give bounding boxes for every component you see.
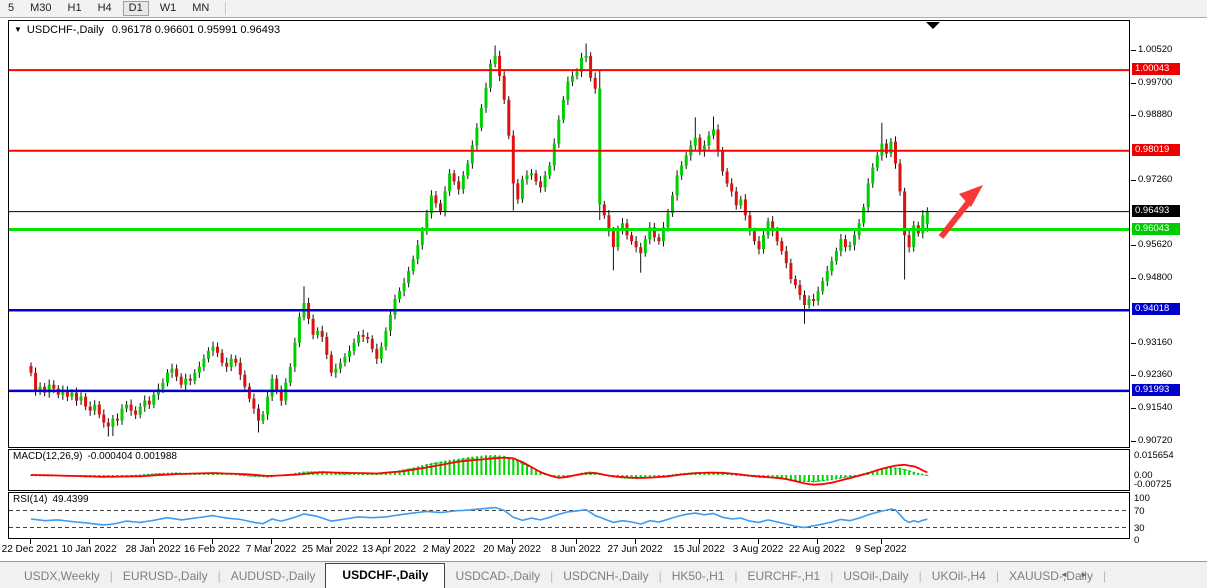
tab-eurusd-daily[interactable]: EURUSD-,Daily bbox=[113, 565, 218, 588]
date-tick-label: 28 Jan 2022 bbox=[125, 544, 180, 555]
chart-title: ▼ USDCHF-,Daily 0.96178 0.96601 0.95991 0.… bbox=[14, 24, 280, 36]
chart-title-symbol: USDCHF-,Daily bbox=[27, 24, 104, 36]
date-tick-label: 16 Feb 2022 bbox=[184, 544, 240, 555]
price-tick-mark bbox=[1131, 180, 1136, 181]
candlestick-series bbox=[30, 44, 929, 437]
macd-scale-label: 0.015654 bbox=[1134, 450, 1174, 461]
price-tick-mark bbox=[1131, 375, 1136, 376]
tab-scroll-left-icon[interactable]: ◄ bbox=[1060, 570, 1074, 579]
price-tick-label: 0.93160 bbox=[1138, 337, 1172, 348]
tab-audusd-daily[interactable]: AUDUSD-,Daily bbox=[221, 565, 326, 588]
tab-scroll-right-icon[interactable]: ► bbox=[1080, 570, 1094, 579]
date-tick-label: 2 May 2022 bbox=[423, 544, 475, 555]
price-tick-mark bbox=[1131, 115, 1136, 116]
rsi-scale-label: 30 bbox=[1134, 523, 1145, 534]
date-tick-label: 9 Sep 2022 bbox=[855, 544, 906, 555]
toolbar-separator bbox=[225, 2, 227, 15]
chart-window: 5 M30 H1 H4 D1 W1 MN ▼ USDCHF-,Daily 0.96178 0.9… bbox=[0, 0, 1207, 588]
price-level-badge: 0.94018 bbox=[1132, 303, 1180, 315]
date-tick-label: 22 Dec 2021 bbox=[2, 544, 59, 555]
price-tick-mark bbox=[1131, 245, 1136, 246]
tab-usdchf-daily[interactable]: USDCHF-,Daily bbox=[325, 563, 445, 588]
timeframe-button-5[interactable]: 5 bbox=[3, 1, 19, 16]
horizontal-level-lines[interactable] bbox=[9, 70, 1129, 391]
rsi-pane[interactable] bbox=[8, 492, 1130, 539]
main-chart-pane[interactable] bbox=[8, 20, 1130, 448]
timeframe-button-MN[interactable]: MN bbox=[187, 1, 214, 16]
rsi-scale-label: 0 bbox=[1134, 535, 1139, 546]
date-tick-label: 25 Mar 2022 bbox=[302, 544, 358, 555]
tab-hk50-h1[interactable]: HK50-,H1 bbox=[662, 565, 735, 588]
date-tick-label: 7 Mar 2022 bbox=[246, 544, 297, 555]
price-tick-label: 0.90720 bbox=[1138, 435, 1172, 446]
tab-usdx-weekly[interactable]: USDX,Weekly bbox=[14, 565, 110, 588]
timeframe-toolbar: 5 M30 H1 H4 D1 W1 MN bbox=[0, 0, 1207, 18]
symbol-dropdown-icon[interactable]: ▼ bbox=[14, 25, 22, 34]
price-tick-mark bbox=[1131, 50, 1136, 51]
rsi-label: RSI(14)49.4399 bbox=[13, 494, 94, 505]
price-tick-mark bbox=[1131, 343, 1136, 344]
tab-usdcad-daily[interactable]: USDCAD-,Daily bbox=[445, 565, 550, 588]
tab-eurchf-h1[interactable]: EURCHF-,H1 bbox=[738, 565, 831, 588]
date-tick-label: 13 Apr 2022 bbox=[362, 544, 416, 555]
timeframe-button-M30[interactable]: M30 bbox=[25, 1, 56, 16]
price-level-badge: 0.98019 bbox=[1132, 144, 1180, 156]
date-tick-label: 8 Jun 2022 bbox=[551, 544, 601, 555]
tab-separator: | bbox=[1103, 569, 1106, 588]
price-tick-mark bbox=[1131, 408, 1136, 409]
price-tick-mark bbox=[1131, 83, 1136, 84]
date-tick-label: 15 Jul 2022 bbox=[673, 544, 725, 555]
timeframe-button-H1[interactable]: H1 bbox=[63, 1, 87, 16]
macd-label: MACD(12,26,9)-0.000404 0.001988 bbox=[13, 451, 182, 462]
price-level-badge: 0.96043 bbox=[1132, 223, 1180, 235]
symbol-tab-bar: USDX,Weekly|EURUSD-,Daily|AUDUSD-,DailyU… bbox=[0, 561, 1207, 588]
price-level-badge: 0.91993 bbox=[1132, 384, 1180, 396]
price-level-badge: 1.00043 bbox=[1132, 63, 1180, 75]
tab-usoil-daily[interactable]: USOil-,Daily bbox=[833, 565, 918, 588]
timeframe-button-D1[interactable]: D1 bbox=[123, 1, 149, 16]
tab-ukoil-h4[interactable]: UKOil-,H4 bbox=[922, 565, 996, 588]
date-tick-label: 22 Aug 2022 bbox=[789, 544, 845, 555]
rsi-scale-label: 100 bbox=[1134, 493, 1150, 504]
price-tick-label: 0.91540 bbox=[1138, 402, 1172, 413]
chart-title-ohlc: 0.96178 0.96601 0.95991 0.96493 bbox=[112, 24, 280, 36]
price-tick-mark bbox=[1131, 278, 1136, 279]
date-tick-label: 27 Jun 2022 bbox=[607, 544, 662, 555]
price-tick-label: 0.94800 bbox=[1138, 272, 1172, 283]
macd-scale-label: -0.00725 bbox=[1134, 479, 1172, 490]
chart-shift-marker[interactable] bbox=[926, 22, 940, 29]
date-tick-label: 10 Jan 2022 bbox=[61, 544, 116, 555]
rsi-scale-label: 70 bbox=[1134, 506, 1145, 517]
timeframe-button-W1[interactable]: W1 bbox=[155, 1, 182, 16]
date-tick-label: 3 Aug 2022 bbox=[733, 544, 784, 555]
timeframe-button-H4[interactable]: H4 bbox=[93, 1, 117, 16]
price-tick-label: 0.92360 bbox=[1138, 369, 1172, 380]
price-level-badge: 0.96493 bbox=[1132, 205, 1180, 217]
price-tick-label: 1.00520 bbox=[1138, 44, 1172, 55]
price-tick-label: 0.99700 bbox=[1138, 77, 1172, 88]
price-tick-label: 0.95620 bbox=[1138, 239, 1172, 250]
price-tick-label: 0.97260 bbox=[1138, 174, 1172, 185]
price-tick-mark bbox=[1131, 441, 1136, 442]
date-tick-label: 20 May 2022 bbox=[483, 544, 541, 555]
price-tick-label: 0.98880 bbox=[1138, 109, 1172, 120]
tab-usdcnh-daily[interactable]: USDCNH-,Daily bbox=[553, 565, 658, 588]
